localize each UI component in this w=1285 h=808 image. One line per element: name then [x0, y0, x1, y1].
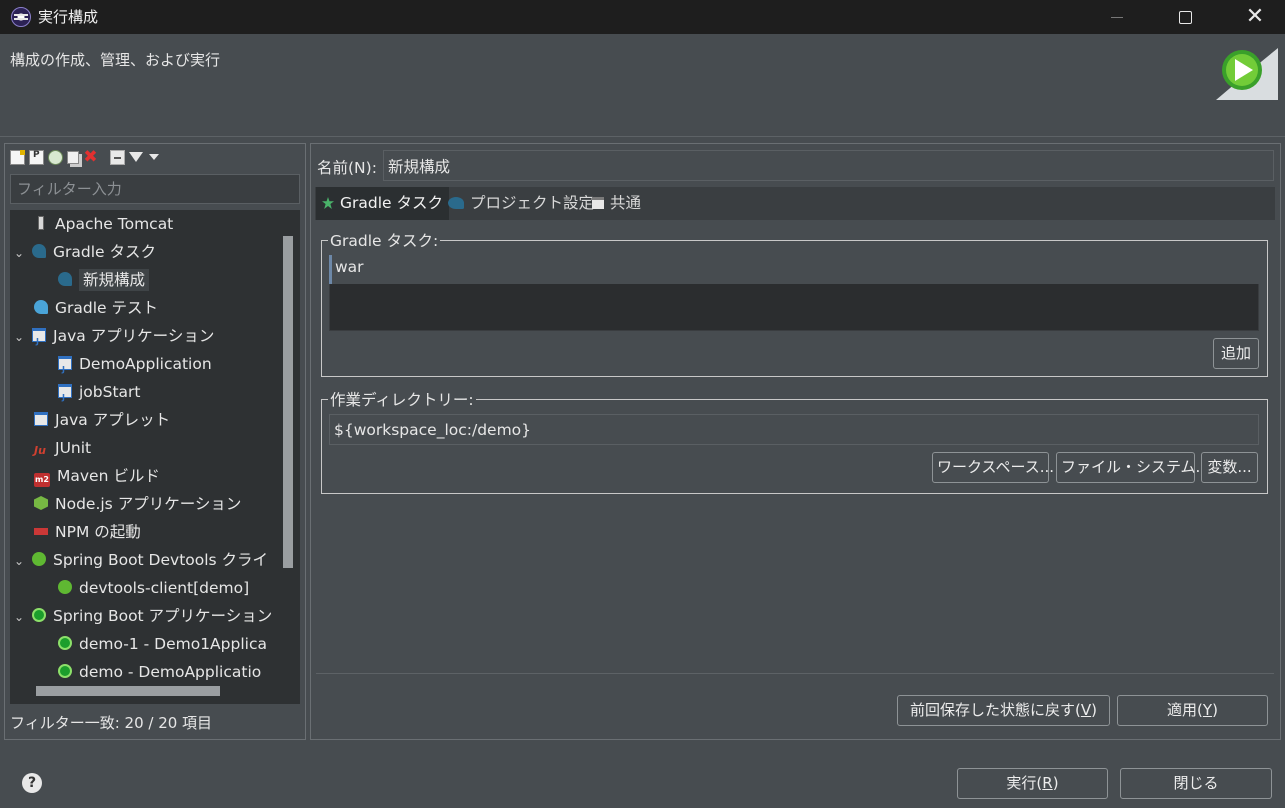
close-button[interactable]: 閉じる — [1120, 768, 1272, 799]
delete-icon[interactable]: ✖ — [83, 148, 98, 165]
tree-vertical-scrollbar[interactable] — [283, 236, 293, 568]
gradle-tasks-legend: Gradle タスク: — [330, 232, 439, 250]
java-app-icon — [58, 384, 72, 412]
spring-boot-icon — [58, 664, 72, 678]
gradle-task-icon — [322, 197, 334, 209]
title-bar — [0, 0, 1285, 34]
gradle-icon — [58, 272, 72, 286]
java-applet-icon — [34, 412, 48, 426]
tree-item-new-config[interactable]: 新規構成 — [58, 266, 150, 294]
filter-status: フィルター一致: 20 / 20 項目 — [10, 714, 213, 732]
tree-item-gradle-test[interactable]: Gradle テスト — [34, 294, 158, 322]
tree-item-maven-build[interactable]: m2 Maven ビルド — [34, 462, 160, 490]
add-button[interactable]: 追加 — [1213, 338, 1259, 369]
chevron-down-icon[interactable]: ⌄ — [14, 239, 24, 267]
collapse-all-icon[interactable] — [110, 149, 125, 165]
junit-icon: Ju — [34, 444, 46, 457]
working-directory-field[interactable] — [329, 414, 1259, 445]
tree-item-java-applet[interactable]: Java アプレット — [34, 406, 170, 434]
minimize-icon — [1111, 17, 1123, 18]
tree-item-gradle-tasks[interactable]: ⌄ Gradle タスク — [14, 238, 156, 266]
spring-boot-icon — [32, 608, 46, 622]
tree-item-demo-1[interactable]: demo-1 - Demo1Applica — [58, 630, 267, 658]
tree-item-npm-launch[interactable]: NPM の起動 — [34, 518, 141, 546]
config-tree: Apache Tomcat ⌄ Gradle タスク 新規構成 Gradle テス… — [10, 210, 300, 704]
tree-item-apache-tomcat[interactable]: Apache Tomcat — [34, 210, 173, 238]
duplicate-icon[interactable] — [48, 149, 63, 165]
filter-icon[interactable] — [129, 152, 143, 162]
tree-horizontal-scrollbar[interactable] — [36, 686, 220, 696]
chevron-down-icon[interactable]: ⌄ — [14, 547, 24, 575]
spring-devtools-icon — [58, 580, 72, 594]
revert-button[interactable]: 前回保存した状態に戻す(V) — [897, 695, 1110, 726]
gradle-icon — [32, 244, 46, 258]
tree-item-demo[interactable]: demo - DemoApplicatio — [58, 658, 261, 686]
copy-icon[interactable] — [67, 150, 79, 164]
name-label: 名前(N): — [317, 159, 377, 177]
tree-item-spring-devtools[interactable]: ⌄ Spring Boot Devtools クライ — [14, 546, 268, 574]
apply-button[interactable]: 適用(Y) — [1117, 695, 1268, 726]
chevron-down-icon[interactable]: ⌄ — [14, 603, 24, 631]
filter-input[interactable] — [10, 174, 300, 204]
view-menu-icon[interactable] — [149, 154, 159, 160]
eclipse-icon — [11, 7, 31, 27]
minimize-button[interactable] — [1094, 0, 1140, 34]
gradle-test-icon — [34, 300, 48, 314]
filesystem-button[interactable]: ファイル・システム... — [1056, 452, 1210, 483]
workspace-button[interactable]: ワークスペース... — [932, 452, 1054, 483]
run-button[interactable]: 実行(R) — [957, 768, 1108, 799]
tree-item-devtools-client[interactable]: devtools-client[demo] — [58, 574, 249, 602]
gradle-tasks-current-line[interactable] — [329, 255, 1259, 284]
tree-item-java-application[interactable]: ⌄Java アプリケーション — [14, 322, 214, 356]
tree-item-nodejs-app[interactable]: Node.js アプリケーション — [34, 490, 241, 518]
variables-button[interactable]: 変数... — [1201, 452, 1258, 483]
name-field[interactable] — [383, 150, 1274, 181]
chevron-down-icon[interactable]: ⌄ — [14, 323, 24, 351]
gradle-icon — [448, 197, 464, 209]
spring-devtools-icon — [32, 552, 46, 566]
header-description: 構成の作成、管理、および実行 — [10, 51, 221, 69]
working-directory-legend: 作業ディレクトリー: — [330, 391, 474, 409]
maximize-button[interactable] — [1162, 0, 1208, 34]
java-app-icon — [32, 328, 46, 356]
common-icon — [592, 197, 604, 209]
tree-item-spring-boot-app[interactable]: ⌄ Spring Boot アプリケーション — [14, 602, 272, 630]
run-banner-icon — [1216, 48, 1278, 100]
gradle-tasks-text[interactable]: war — [335, 258, 364, 276]
config-toolbar: ✖ — [10, 148, 159, 166]
tomcat-icon — [38, 216, 44, 230]
help-icon[interactable]: ? — [22, 773, 42, 793]
tab-project-settings[interactable]: プロジェクト設定 — [442, 187, 600, 220]
new-prototype-icon[interactable] — [29, 149, 44, 165]
nodejs-icon — [34, 496, 48, 510]
divider — [316, 673, 1274, 674]
tree-item-jobstart[interactable]: jobStart — [58, 378, 141, 412]
close-window-button[interactable]: ✕ — [1232, 0, 1278, 34]
spring-boot-icon — [58, 636, 72, 650]
npm-icon — [34, 528, 48, 535]
close-icon: ✕ — [1245, 4, 1265, 29]
tree-item-demoapplication[interactable]: DemoApplication — [58, 350, 212, 384]
maximize-icon — [1178, 11, 1192, 24]
window-title: 実行構成 — [38, 8, 99, 26]
tree-item-junit[interactable]: Ju JUnit — [34, 434, 91, 462]
maven-icon: m2 — [34, 473, 50, 487]
java-app-icon — [58, 356, 72, 384]
new-config-icon[interactable] — [10, 149, 25, 165]
tab-common[interactable]: 共通 — [586, 187, 647, 220]
tab-gradle-tasks[interactable]: Gradle タスク — [316, 187, 449, 220]
